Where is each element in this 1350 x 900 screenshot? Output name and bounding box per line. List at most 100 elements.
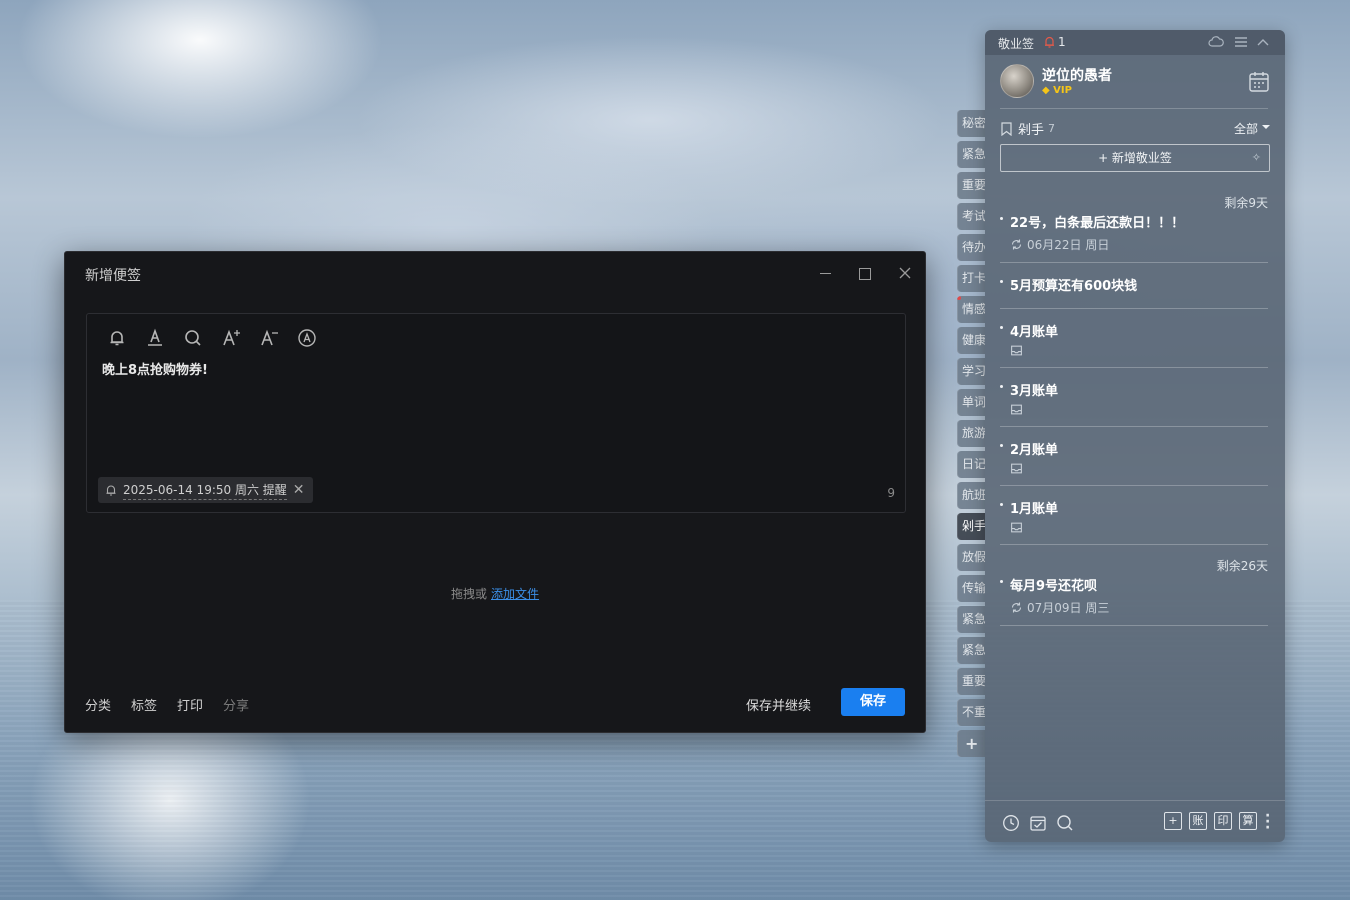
close-button[interactable] [893,262,917,284]
save-and-continue-button[interactable]: 保存并继续 [746,695,811,714]
note-title: 5月预算还有600块钱 [1010,279,1138,294]
category-tab[interactable]: 重要 [957,668,985,695]
category-tab[interactable]: 打卡 [957,265,985,292]
note-editor[interactable]: 晚上8点抢购物券! 2025-06-14 19:50 周六 提醒 ✕ 9 [86,313,906,513]
panel-footer: + 账 印 算 · · · [985,800,1285,842]
font-decrease-icon[interactable] [257,326,281,350]
note-title: 2月账单 [1010,443,1059,458]
bullet [1000,217,1003,220]
divider [1000,367,1268,368]
note-meta [1010,344,1027,357]
font-increase-icon[interactable] [219,326,243,350]
new-note-button[interactable]: + 新增敬业签 ✧ [1000,144,1270,172]
print-button[interactable]: 打印 [177,695,203,714]
share-button[interactable]: 分享 [223,695,249,714]
drop-hint-text: 拖拽或 [451,587,488,601]
add-category-button[interactable]: + [957,730,985,757]
bullet [1000,385,1003,388]
category-tab[interactable]: 考试 [957,203,985,230]
category-tab[interactable]: 秘密 [957,110,985,137]
days-left: 剩余9天 [1224,196,1268,210]
category-tab[interactable]: 旅游 [957,420,985,447]
sparkle-icon: ✧ [1251,151,1261,164]
avatar[interactable] [1000,64,1034,98]
category-tab[interactable]: 日记 [957,451,985,478]
note-title: 22号，白条最后还款日！！！ [1010,216,1185,231]
category-tab[interactable]: 放假 [957,544,985,571]
category-tab[interactable]: 传输 [957,575,985,602]
note-meta [1010,521,1027,534]
category-tab[interactable]: 紧急 [957,606,985,633]
reminder-chip[interactable]: 2025-06-14 19:50 周六 提醒 ✕ [98,477,313,503]
reminder-bell-icon[interactable] [1043,35,1056,49]
divider [1000,625,1268,626]
collapse-icon[interactable] [1255,35,1271,49]
category-tab[interactable]: 单词 [957,389,985,416]
menu-icon[interactable] [1233,35,1249,49]
bell-icon [106,485,116,496]
clock-icon[interactable] [1002,814,1020,832]
note-date-text: 06月22日 周日 [1027,238,1110,252]
char-count: 9 [887,486,895,500]
add-file-link[interactable]: 添加文件 [491,587,539,601]
more-icon[interactable]: · · · [1265,809,1271,835]
new-note-dialog: 新增便签 晚上8点抢购物券! 2025-06-14 19:50 周六 提醒 ✕ … [64,251,926,733]
category-tab[interactable]: 情感 [957,296,985,323]
minimize-button[interactable] [813,262,837,284]
current-category[interactable]: 剁手 7 [1000,119,1055,138]
days-left: 剩余26天 [1216,559,1268,573]
note-content[interactable]: 晚上8点抢购物券! [102,359,208,378]
account-book-button[interactable]: 账 [1189,812,1207,830]
checklist-icon[interactable] [1029,814,1047,832]
search-icon[interactable] [181,326,205,350]
print-button[interactable]: 印 [1214,812,1232,830]
filter-dropdown[interactable]: 全部 [1234,120,1270,137]
category-tab[interactable]: 重要 [957,172,985,199]
bell-icon[interactable] [105,326,129,350]
note-meta [1010,403,1027,416]
divider [1000,544,1268,545]
category-tab[interactable]: 待办 [957,234,985,261]
note-date-text: 07月09日 周三 [1027,601,1110,615]
note-title: 3月账单 [1010,384,1059,399]
dialog-footer-actions: 分类 标签 打印 分享 [85,695,249,714]
category-tab[interactable]: 学习 [957,358,985,385]
divider [1000,308,1268,309]
note-title: 每月9号还花呗 [1010,579,1098,594]
category-tab[interactable]: 航班 [957,482,985,509]
category-tab-active[interactable]: 剁手 [957,513,985,540]
close-icon [899,267,911,279]
calendar-icon[interactable] [1247,70,1271,94]
category-name: 剁手 [1018,123,1045,138]
vip-badge: ◆ VIP [1042,85,1072,96]
new-note-label: + 新增敬业签 [1098,151,1172,165]
add-note-button[interactable]: + [1164,812,1182,830]
repeat-icon [1011,239,1022,250]
category-tab[interactable]: 不重 [957,699,985,726]
cloud-sync-icon[interactable] [1208,35,1224,49]
calculator-button[interactable]: 算 [1239,812,1257,830]
category-button[interactable]: 分类 [85,695,111,714]
attachment-drop-zone[interactable]: 拖拽或 添加文件 [451,585,539,602]
inbox-icon [1011,345,1022,356]
divider [1000,485,1268,486]
repeat-icon [1011,602,1022,613]
username[interactable]: 逆位的愚者 [1042,65,1112,85]
inbox-icon [1011,463,1022,474]
text-style-icon[interactable] [295,326,319,350]
search-icon[interactable] [1056,814,1074,832]
tag-button[interactable]: 标签 [131,695,157,714]
remove-reminder-icon[interactable]: ✕ [293,482,305,498]
category-tab[interactable]: 健康 [957,327,985,354]
bullet [1000,444,1003,447]
reminder-text: 2025-06-14 19:50 周六 提醒 [123,481,287,500]
category-tab[interactable]: 紧急 [957,637,985,664]
inbox-icon [1011,404,1022,415]
save-button[interactable]: 保存 [841,688,905,716]
text-color-icon[interactable] [143,326,167,350]
note-date: 07月09日 周三 [1010,599,1109,616]
category-count: 7 [1048,122,1056,135]
category-tab[interactable]: 紧急 [957,141,985,168]
maximize-button[interactable] [853,262,877,284]
bookmark-icon [1001,121,1012,136]
